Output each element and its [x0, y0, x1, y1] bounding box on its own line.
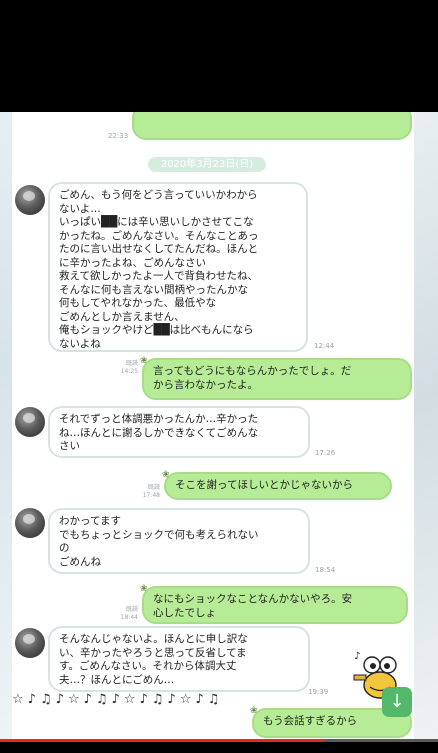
read-label: 既読 [125, 360, 138, 367]
timestamp: 18:44 [120, 614, 138, 621]
arrow-down-icon: ↓ [389, 691, 405, 712]
avatar[interactable] [15, 185, 45, 215]
avatar[interactable] [15, 508, 45, 538]
video-progress-bar[interactable] [0, 739, 438, 742]
sticker-icon: ❀ [140, 584, 148, 594]
message-text: 言ってもどうにもならんかったでしょ。だ から言わなかったよ。 [153, 365, 352, 391]
read-receipt: 既読 17:48 [140, 484, 160, 500]
avatar[interactable] [15, 628, 45, 658]
message-bubble[interactable]: ❀ なにもショックなことなんかないやろ。安 心したでしょ [140, 584, 408, 624]
message-text: そこを謝ってほしいとかじゃないから [175, 479, 353, 491]
right-background [414, 112, 438, 742]
message-bubble[interactable]: そんなんじゃないよ。ほんとに申し訳な い、辛かったやろうと思って反省してま す。… [48, 626, 310, 692]
left-background [0, 112, 12, 742]
music-notes-decoration: ☆♪♫♪☆♪♫♪☆♪♫♪☆♪♫ [12, 692, 224, 707]
date-separator: 2020年3月23日(日) [148, 157, 266, 172]
message-text: なにもショックなことなんかないやろ。安 心したでしょ [153, 593, 353, 619]
message-bubble[interactable]: それでずっと体調悪かったんか…辛かった ね…ほんとに謝るしかできなくてごめんな … [48, 406, 310, 458]
read-receipt: 既読 18:44 [118, 606, 138, 622]
read-receipt: 既読 14:25 [118, 360, 138, 376]
read-label: 既読 [147, 484, 160, 491]
timestamp: 12:44 [314, 342, 335, 350]
message-bubble[interactable]: ❀ そこを謝ってほしいとかじゃないから [162, 470, 392, 500]
chat-screen: 22:33 2020年3月23日(日) ごめん、もう何をどう言っていいかわから … [0, 112, 438, 742]
message-text: もう会話すぎるから [263, 715, 358, 727]
chat-area[interactable]: 22:33 2020年3月23日(日) ごめん、もう何をどう言っていいかわから … [12, 112, 414, 742]
message-bubble[interactable]: わかってます でもちょっとショックで何も考えられない の ごめんね [48, 508, 310, 574]
scroll-down-button[interactable]: ↓ [382, 687, 412, 717]
progress-fill [0, 739, 325, 742]
timestamp: 14:25 [120, 368, 138, 375]
timestamp: 17:48 [142, 492, 160, 499]
svg-text:♪: ♪ [354, 651, 360, 662]
message-bubble[interactable]: ❀ 言ってもどうにもならんかったでしょ。だ から言わなかったよ。 [140, 356, 412, 400]
timestamp: 22:33 [108, 132, 129, 140]
message-bubble-prev[interactable] [132, 112, 412, 140]
timestamp: 18:54 [315, 566, 336, 574]
timestamp: 17:26 [315, 449, 336, 457]
message-bubble[interactable]: ごめん、もう何をどう言っていいかわから ないよ… いっぱい██には辛い思いしかさ… [48, 182, 308, 352]
avatar[interactable] [15, 407, 45, 437]
sticker-icon: ❀ [140, 356, 148, 366]
read-label: 既読 [125, 606, 138, 613]
sticker-icon: ❀ [162, 470, 170, 480]
